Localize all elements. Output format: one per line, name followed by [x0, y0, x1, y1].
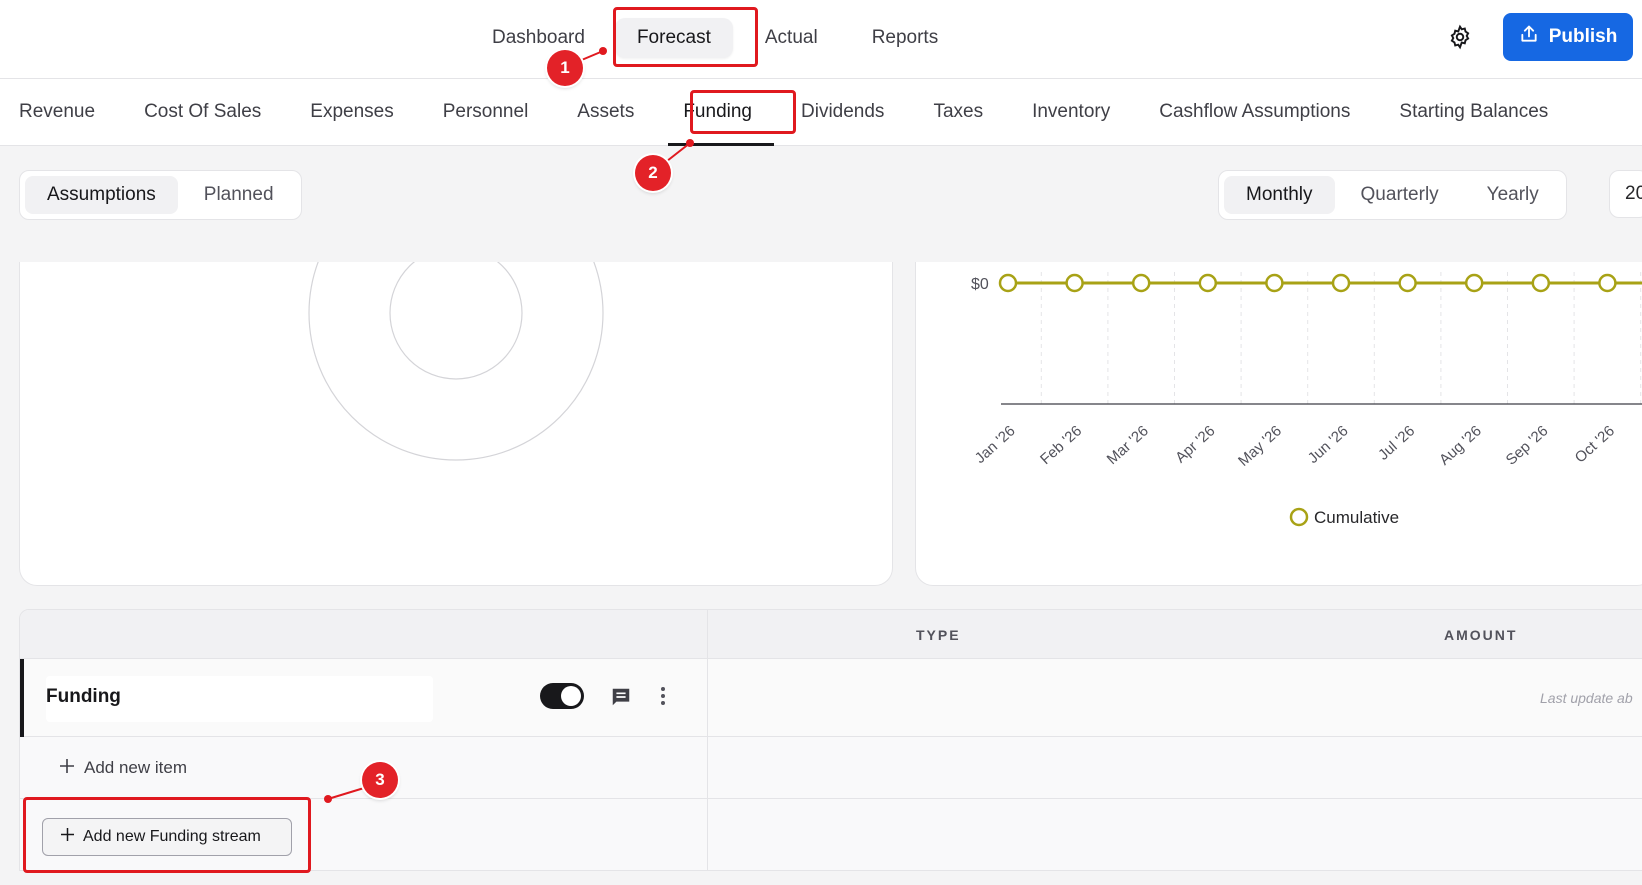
annotation-highlight-add-stream — [23, 797, 311, 873]
data-point — [998, 273, 1018, 293]
gear-icon[interactable] — [1447, 24, 1473, 50]
cumulative-line-chart: $0 Jan '26 Feb '26 Mar '26 Apr '26 May '26 Jun… — [971, 272, 1642, 527]
year-selector[interactable]: 20 — [1609, 170, 1642, 218]
publish-button[interactable]: Publish — [1503, 13, 1633, 61]
annotation-badge-2: 2 — [635, 155, 671, 191]
row-selected-indicator — [20, 659, 24, 737]
data-point — [1131, 273, 1151, 293]
nav-reports[interactable]: Reports — [850, 18, 961, 58]
add-new-item-button[interactable]: Add new item — [60, 758, 187, 778]
donut-chart — [308, 262, 604, 461]
view-toggle: Assumptions Planned — [19, 170, 302, 220]
upload-icon — [1519, 24, 1539, 50]
donut-inner-ring — [389, 262, 523, 380]
data-point — [1331, 273, 1351, 293]
toggle-monthly[interactable]: Monthly — [1224, 176, 1335, 214]
legend-marker — [1289, 507, 1309, 527]
donut-outer-ring — [308, 262, 604, 461]
data-point — [1198, 273, 1218, 293]
data-point — [1265, 273, 1284, 293]
add-new-item-label: Add new item — [84, 758, 187, 777]
tab-assets[interactable]: Assets — [577, 79, 634, 146]
x-tick-label: Jan '26 — [972, 422, 1019, 467]
header-type: TYPE — [916, 627, 961, 643]
nav-dashboard[interactable]: Dashboard — [470, 18, 607, 58]
last-update-text: Last update ab — [1540, 690, 1633, 706]
publish-label: Publish — [1548, 26, 1618, 47]
toggle-yearly[interactable]: Yearly — [1465, 176, 1561, 214]
top-bar: Dashboard Forecast Actual Reports Publis… — [0, 0, 1642, 79]
funding-group-name[interactable]: Funding — [46, 676, 433, 722]
tab-personnel[interactable]: Personnel — [443, 79, 529, 146]
tab-expenses[interactable]: Expenses — [310, 79, 393, 146]
tab-cashflow-assumptions[interactable]: Cashflow Assumptions — [1159, 79, 1350, 146]
tab-dividends[interactable]: Dividends — [801, 79, 884, 146]
data-point — [1398, 273, 1417, 293]
annotation-highlight-funding — [690, 90, 796, 134]
x-tick-label: May '26 — [1235, 422, 1285, 469]
x-tick-label: Sep '26 — [1503, 422, 1552, 468]
x-tick-label: Feb '26 — [1037, 422, 1085, 468]
y-tick-label: $0 — [971, 276, 989, 293]
cumulative-funding-chart-card: $0 Jan '26 Feb '26 Mar '26 Apr '26 May '26 Jun… — [915, 262, 1642, 586]
tab-revenue[interactable]: Revenue — [19, 79, 95, 146]
column-divider — [707, 610, 708, 870]
table-header: TYPE AMOUNT — [20, 610, 1642, 659]
x-tick-label: Mar '26 — [1104, 422, 1152, 468]
x-tick-label: Aug '26 — [1436, 422, 1485, 468]
plus-icon — [60, 758, 74, 778]
section-tabs: Revenue Cost Of Sales Expenses Personnel… — [0, 79, 1642, 146]
legend-label: Cumulative — [1314, 508, 1399, 527]
table-row: Add new item — [20, 737, 1642, 799]
table-row: Funding Last update ab — [20, 659, 1642, 737]
more-options-icon[interactable] — [660, 685, 666, 707]
data-point — [1065, 273, 1084, 293]
tab-taxes[interactable]: Taxes — [933, 79, 983, 146]
tab-starting-balances[interactable]: Starting Balances — [1399, 79, 1548, 146]
toggle-planned[interactable]: Planned — [182, 176, 296, 214]
funding-donut-card — [19, 262, 893, 586]
x-tick-label: Apr '26 — [1172, 422, 1218, 466]
annotation-badge-1: 1 — [547, 50, 583, 86]
data-point — [1464, 273, 1484, 293]
data-point — [1531, 273, 1551, 293]
funding-enabled-toggle[interactable] — [540, 683, 584, 709]
x-tick-label: Jun '26 — [1305, 422, 1352, 467]
header-amount: AMOUNT — [1444, 627, 1518, 643]
toggle-assumptions[interactable]: Assumptions — [25, 176, 178, 214]
tab-cost-of-sales[interactable]: Cost Of Sales — [144, 79, 261, 146]
x-tick-label: Jul '26 — [1375, 422, 1418, 463]
x-tick-label: Oct '26 — [1572, 422, 1618, 466]
data-point — [1598, 273, 1617, 293]
comment-icon[interactable] — [610, 686, 632, 708]
toggle-quarterly[interactable]: Quarterly — [1339, 176, 1461, 214]
tab-inventory[interactable]: Inventory — [1032, 79, 1110, 146]
annotation-highlight-forecast — [613, 7, 758, 67]
period-toggle: Monthly Quarterly Yearly — [1218, 170, 1567, 220]
annotation-badge-3: 3 — [362, 762, 398, 798]
